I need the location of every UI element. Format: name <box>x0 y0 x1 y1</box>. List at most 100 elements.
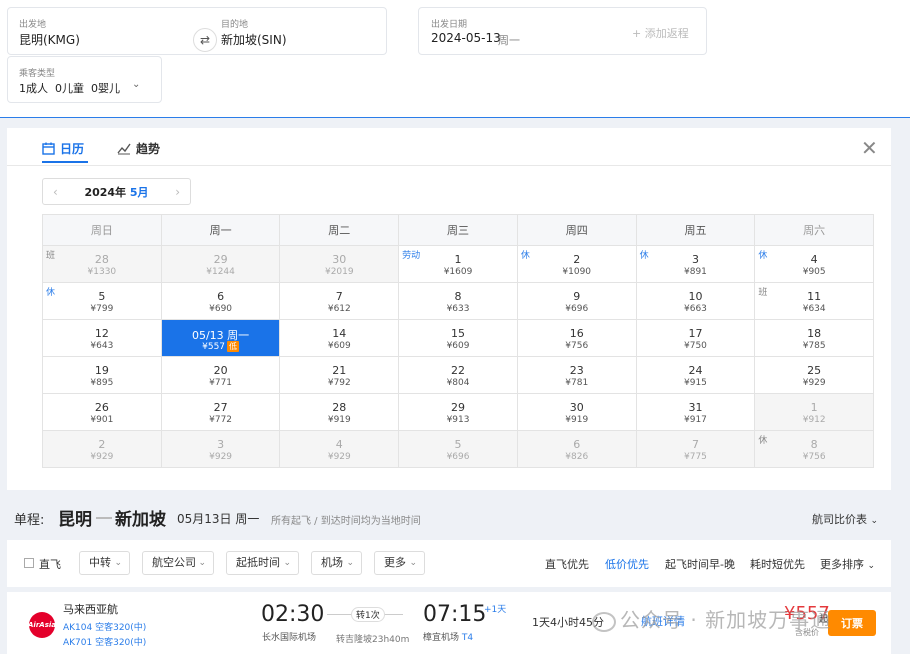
sort-departure-time[interactable]: 起飞时间早-晚 <box>665 556 735 572</box>
divider <box>7 165 891 166</box>
close-icon[interactable]: ✕ <box>861 136 878 160</box>
calendar-day[interactable]: 5 ¥696 <box>399 431 518 468</box>
add-return-button[interactable]: + 添加返程 <box>632 25 689 41</box>
calendar-day[interactable]: 15 ¥609 <box>399 320 518 357</box>
tab-calendar[interactable]: 日历 <box>42 140 84 157</box>
day-number: 5 <box>454 438 462 451</box>
calendar-day[interactable]: 7 ¥775 <box>636 431 756 468</box>
filter-more[interactable]: 更多 ⌄ <box>374 551 425 575</box>
sort-more[interactable]: 更多排序 ⌄ <box>820 556 875 572</box>
calendar-day[interactable]: 10 ¥663 <box>636 283 756 320</box>
calendar-week: 2 ¥929 3 ¥929 4 ¥929 5 ¥696 6 ¥826 7 ¥775 休 8 ¥756 <box>43 431 875 468</box>
filter-transfer[interactable]: 中转 ⌄ <box>79 551 130 575</box>
calendar-day[interactable]: 6 ¥826 <box>517 431 637 468</box>
compare-button[interactable]: 航司比价表 ⌄ <box>812 511 878 527</box>
calendar-day[interactable]: 16 ¥756 <box>517 320 637 357</box>
calendar-week: 12 ¥643 05/13 周一 ¥557 低 14 ¥609 15 ¥609 16 ¥756 17 ¥… <box>43 320 875 357</box>
sort-shortest[interactable]: 耗时短优先 <box>750 556 805 572</box>
flight-leg-2[interactable]: AK701 空客320(中) <box>63 635 146 648</box>
calendar-day[interactable]: 19 ¥895 <box>43 357 162 394</box>
calendar-day[interactable]: 23 ¥781 <box>517 357 637 394</box>
calendar-day[interactable]: 休 8 ¥756 <box>755 431 875 468</box>
day-price: ¥609 <box>399 341 517 351</box>
filter-time[interactable]: 起抵时间 ⌄ <box>226 551 299 575</box>
sort-low-price[interactable]: 低价优先 <box>605 556 649 572</box>
tab-trend[interactable]: 趋势 <box>117 140 160 157</box>
calendar-day[interactable]: 28 ¥919 <box>280 394 400 431</box>
calendar-day[interactable]: 9 ¥696 <box>517 283 637 320</box>
calendar-day[interactable]: 2 ¥929 <box>43 431 162 468</box>
day-number: 9 <box>573 290 581 303</box>
day-price: ¥919 <box>518 415 636 425</box>
calendar-day[interactable]: 3 ¥929 <box>161 431 281 468</box>
lowest-price-badge: 低 <box>227 341 240 352</box>
day-price: ¥771 <box>162 378 280 388</box>
calendar-day[interactable]: 休 2 ¥1090 <box>517 246 637 283</box>
calendar-day[interactable]: 18 ¥785 <box>755 320 875 357</box>
to-value: 新加坡(SIN) <box>221 33 287 47</box>
calendar-week: 班 28 ¥1330 29 ¥1244 30 ¥2019 劳动 1 ¥1609 休 2 ¥1090 休 3 ¥… <box>43 246 875 283</box>
swap-icon[interactable]: ⇄ <box>193 28 217 52</box>
day-price-value: ¥634 <box>802 304 826 314</box>
calendar-day[interactable]: 26 ¥901 <box>43 394 162 431</box>
day-number: 27 <box>213 401 228 414</box>
calendar-day[interactable]: 21 ¥792 <box>280 357 400 394</box>
passenger-select[interactable]: 乘客类型 1成人 0儿童 0婴儿 ⌄ <box>7 56 162 103</box>
calendar-day[interactable]: 24 ¥915 <box>636 357 756 394</box>
day-number: 3 <box>691 253 699 266</box>
filter-airline[interactable]: 航空公司 ⌄ <box>142 551 214 575</box>
calendar-day[interactable]: 25 ¥929 <box>755 357 875 394</box>
calendar-day[interactable]: 30 ¥919 <box>517 394 637 431</box>
book-button[interactable]: 订票 <box>828 610 876 636</box>
day-number: 16 <box>569 327 584 340</box>
arrival-terminal: T4 <box>461 633 474 643</box>
calendar-day[interactable]: 17 ¥750 <box>636 320 756 357</box>
calendar-day[interactable]: 8 ¥633 <box>399 283 518 320</box>
chevron-left-icon[interactable]: ‹ <box>53 185 58 199</box>
to-field[interactable]: 目的地 新加坡(SIN) <box>198 8 386 54</box>
calendar-day[interactable]: 30 ¥2019 <box>280 246 400 283</box>
sort-direct-first[interactable]: 直飞优先 <box>545 556 589 572</box>
calendar-day[interactable]: 休 4 ¥905 <box>755 246 875 283</box>
calendar-day[interactable]: 6 ¥690 <box>161 283 281 320</box>
day-number: 25 <box>807 364 822 377</box>
calendar-day[interactable]: 14 ¥609 <box>280 320 400 357</box>
calendar-day[interactable]: 7 ¥612 <box>280 283 400 320</box>
day-price: ¥1330 <box>43 267 161 277</box>
calendar-day[interactable]: 班 11 ¥634 <box>755 283 875 320</box>
calendar-day[interactable]: 29 ¥1244 <box>161 246 281 283</box>
direct-checkbox[interactable] <box>24 558 34 568</box>
calendar-day[interactable]: 22 ¥804 <box>399 357 518 394</box>
chevron-down-icon: ⌄ <box>198 558 206 568</box>
day-price-value: ¥772 <box>209 415 233 425</box>
from-field[interactable]: 出发地 昆明(KMG) <box>8 8 198 54</box>
filter-airport[interactable]: 机场 ⌄ <box>311 551 362 575</box>
calendar-day[interactable]: 休 3 ¥891 <box>636 246 756 283</box>
calendar-day-selected[interactable]: 05/13 周一 ¥557 低 <box>161 320 281 357</box>
day-price: ¥826 <box>518 452 636 462</box>
day-price-value: ¥912 <box>802 415 826 425</box>
calendar-day[interactable]: 1 ¥912 <box>755 394 875 431</box>
chevron-right-icon[interactable]: › <box>175 185 180 199</box>
calendar-day[interactable]: 29 ¥913 <box>399 394 518 431</box>
day-price-value: ¥609 <box>327 341 351 351</box>
day-number: 4 <box>810 253 818 266</box>
calendar-day[interactable]: 劳动 1 ¥1609 <box>399 246 518 283</box>
calendar-day[interactable]: 20 ¥771 <box>161 357 281 394</box>
day-price: ¥895 <box>43 378 161 388</box>
day-price-value: ¥913 <box>446 415 470 425</box>
calendar-day[interactable]: 4 ¥929 <box>280 431 400 468</box>
calendar-day[interactable]: 31 ¥917 <box>636 394 756 431</box>
day-price-value: ¥696 <box>565 304 589 314</box>
date-label: 出发日期 <box>431 20 468 30</box>
arrival-airport: 樟宜机场 T4 <box>423 630 473 643</box>
calendar-day[interactable]: 休 5 ¥799 <box>43 283 162 320</box>
calendar-day[interactable]: 12 ¥643 <box>43 320 162 357</box>
weekday-header-cell: 周日 <box>43 215 162 246</box>
calendar-day[interactable]: 27 ¥772 <box>161 394 281 431</box>
flight-leg-1[interactable]: AK104 空客320(中) <box>63 620 146 633</box>
day-price: ¥929 <box>162 452 280 462</box>
day-price-value: ¥663 <box>684 304 707 314</box>
day-price-value: ¥799 <box>90 304 114 314</box>
calendar-day[interactable]: 班 28 ¥1330 <box>43 246 162 283</box>
